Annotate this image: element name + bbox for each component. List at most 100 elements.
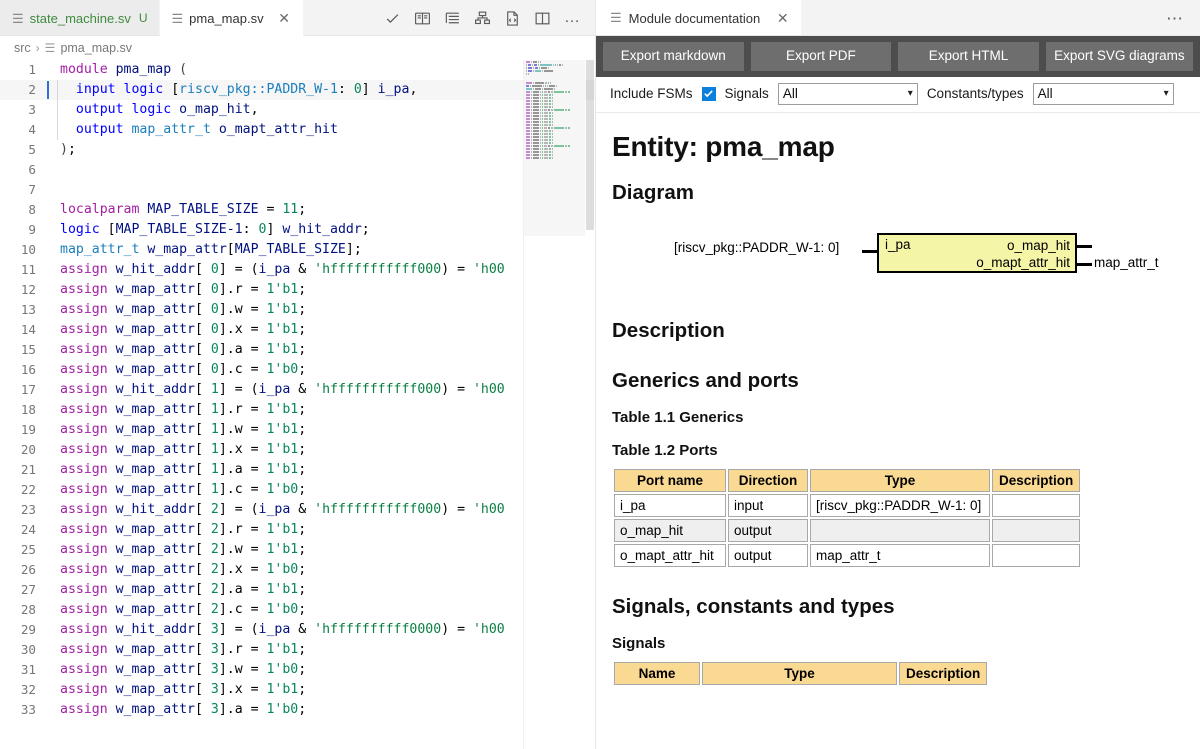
signals-filter-value: All — [782, 86, 798, 102]
code-token: ] — [361, 82, 378, 97]
code-token: [ — [195, 422, 211, 437]
heading-table-generics: Table 1.1 Generics — [612, 408, 744, 426]
code-token: assign — [60, 462, 108, 477]
code-token: output — [75, 122, 124, 137]
export-html-button[interactable]: Export HTML — [898, 42, 1039, 71]
code-token: w_map_attr — [115, 322, 195, 337]
close-icon[interactable]: ✕ — [775, 10, 790, 27]
tab-label: pma_map.sv — [189, 10, 264, 26]
book-icon[interactable] — [414, 10, 431, 27]
code-token: w_map_attr — [115, 282, 195, 297]
code-token: logic — [60, 222, 100, 237]
code-line: 15 assign w_map_attr[ 0].a = 1'b1; — [0, 340, 595, 360]
export-svg-diagrams-button[interactable]: Export SVG diagrams — [1045, 42, 1193, 71]
code-token: 'hfffffffffff000 — [314, 262, 442, 277]
code-line: 5); — [0, 140, 595, 160]
column-header: Port name — [614, 468, 726, 492]
code-line: 27 assign w_map_attr[ 2].a = 1'b1; — [0, 580, 595, 600]
table-cell: o_mapt_attr_hit — [614, 543, 726, 567]
file-lines-icon: ☰ — [44, 41, 56, 55]
editor-tab-pma-map[interactable]: ☰ pma_map.sv ✕ — [159, 0, 304, 36]
code-token: 3 — [210, 682, 219, 697]
code-token: 1'b0 — [266, 602, 299, 617]
code-token: ; — [298, 442, 307, 457]
editor-minimap[interactable] — [523, 60, 585, 749]
tab-module-documentation[interactable]: ☰ Module documentation ✕ — [596, 0, 802, 36]
outline-icon[interactable] — [444, 10, 461, 27]
code-text: module pma_map ( — [54, 60, 187, 80]
close-icon[interactable]: ✕ — [277, 11, 292, 25]
text-cursor — [46, 460, 54, 480]
code-line: 31 assign w_map_attr[ 3].w = 1'b0; — [0, 660, 595, 680]
ports-table: Port name Direction Type Description i_pa inp… — [612, 467, 1082, 569]
code-line: 29 assign w_hit_addr[ 3] = (i_pa & 'hffff… — [0, 620, 595, 640]
code-editor[interactable]: 1 module pma_map (2 input logic [riscv_pk… — [0, 60, 595, 749]
file-lines-icon: ☰ — [610, 10, 622, 25]
constants-filter-label: Constants/types — [926, 86, 1024, 102]
tab-label: Module documentation — [628, 10, 761, 26]
code-token: 1'b1 — [266, 462, 299, 477]
documentation-scrollbar[interactable] — [1190, 113, 1200, 749]
text-cursor — [46, 680, 54, 700]
hierarchy-icon[interactable] — [474, 10, 491, 27]
export-markdown-button[interactable]: Export markdown — [603, 42, 744, 71]
code-token: ].w = — [218, 542, 267, 557]
line-number: 21 — [20, 462, 36, 477]
code-token: w_map_attr — [115, 342, 195, 357]
split-editor-icon[interactable] — [534, 10, 551, 27]
code-token: ].x = — [218, 442, 267, 457]
editor-tab-state-machine[interactable]: ☰ state_machine.sv U — [0, 0, 160, 36]
documentation-content[interactable]: Entity: pma_map Diagram [riscv_pkg::PADD… — [596, 112, 1200, 749]
scrollbar-thumb[interactable] — [586, 60, 594, 230]
code-token: ; — [298, 702, 307, 717]
code-token: 1 — [210, 382, 219, 397]
line-number: 8 — [28, 202, 36, 217]
breadcrumb-folder[interactable]: src — [14, 41, 31, 55]
code-token: 3 — [210, 622, 219, 637]
text-cursor — [46, 500, 54, 520]
line-number: 22 — [20, 482, 36, 497]
code-token: 2 — [210, 602, 219, 617]
code-token: 1 — [210, 482, 219, 497]
minimap-slider[interactable] — [524, 60, 585, 236]
line-number: 24 — [20, 522, 36, 537]
code-text: assign w_map_attr[ 2].a = 1'b1; — [54, 580, 306, 600]
include-fsms-checkbox[interactable] — [701, 86, 716, 101]
table-cell: [riscv_pkg::PADDR_W-1: 0] — [810, 493, 990, 517]
heading-diagram: Diagram — [612, 180, 695, 204]
export-pdf-button[interactable]: Export PDF — [750, 42, 892, 71]
code-token: [ — [195, 622, 211, 637]
code-token: , — [250, 102, 259, 117]
table-cell: output — [728, 543, 808, 567]
export-toolbar: Export markdown Export PDF Export HTML E… — [596, 36, 1200, 77]
text-cursor — [46, 260, 54, 280]
heading-signals-constants-types: Signals, constants and types — [612, 594, 895, 618]
code-token: localparam — [60, 202, 140, 217]
diagram-port-o-mapt-attr-hit: o_mapt_attr_hit — [976, 254, 1070, 270]
code-text: assign w_hit_addr[ 3] = (i_pa & 'hffffff… — [54, 620, 505, 640]
code-token: [ — [226, 242, 235, 257]
code-token: ; — [298, 282, 307, 297]
more-actions-icon[interactable]: ⋯ — [1166, 10, 1184, 27]
text-cursor — [46, 100, 54, 120]
constants-filter-value: All — [1037, 86, 1053, 102]
indent-guide — [57, 80, 58, 100]
code-line: 18 assign w_map_attr[ 1].r = 1'b1; — [0, 400, 595, 420]
code-token: 11 — [282, 202, 299, 217]
code-token: [ — [195, 342, 211, 357]
signals-filter-select[interactable]: All ▾ — [777, 82, 918, 105]
code-token: ; — [298, 342, 307, 357]
check-icon[interactable] — [384, 10, 401, 27]
constants-filter-select[interactable]: All ▾ — [1032, 82, 1174, 105]
column-header: Type — [810, 468, 990, 492]
text-cursor — [46, 180, 54, 200]
more-actions-icon[interactable]: … — [564, 9, 581, 27]
text-cursor — [46, 440, 54, 460]
code-token: w_map_attr — [115, 302, 195, 317]
editor-vertical-scrollbar[interactable] — [585, 60, 595, 749]
code-file-icon[interactable] — [504, 10, 521, 27]
chevron-right-icon: › — [35, 41, 40, 55]
breadcrumb-file[interactable]: pma_map.sv — [60, 41, 132, 55]
